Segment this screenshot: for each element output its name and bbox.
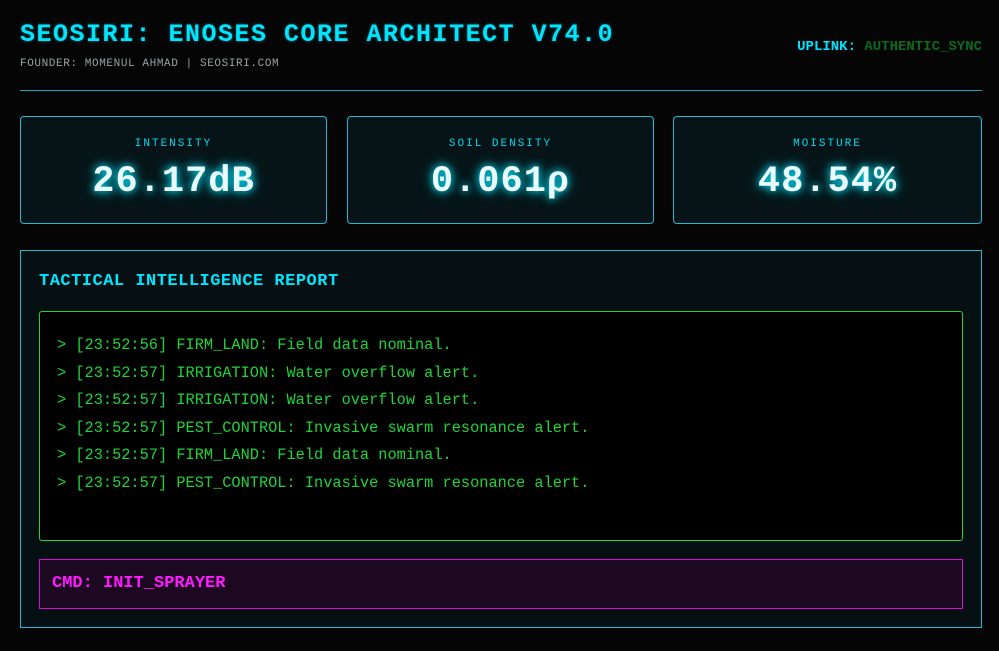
uplink-status: UPLINK: AUTHENTIC_SYNC [797, 39, 982, 55]
metric-card-soil-density: SOIL DENSITY 0.061ρ [347, 116, 654, 224]
tactical-report-panel: TACTICAL INTELLIGENCE REPORT > [23:52:56… [20, 250, 982, 628]
metric-label: INTENSITY [134, 138, 213, 150]
log-console[interactable]: > [23:52:56] FIRM_LAND: Field data nomin… [39, 311, 963, 541]
header: SEOSIRI: ENOSES CORE ARCHITECT V74.0 FOU… [20, 18, 982, 90]
log-list: > [23:52:56] FIRM_LAND: Field data nomin… [57, 332, 589, 498]
log-line: > [23:52:57] IRRIGATION: Water overflow … [57, 363, 480, 382]
command-button[interactable]: CMD: INIT_SPRAYER [39, 559, 963, 609]
report-title: TACTICAL INTELLIGENCE REPORT [39, 272, 339, 291]
metric-value: 0.061ρ [430, 161, 571, 203]
page-title: SEOSIRI: ENOSES CORE ARCHITECT V74.0 [20, 20, 615, 49]
uplink-value: AUTHENTIC_SYNC [864, 39, 982, 55]
log-line: > [23:52:57] PEST_CONTROL: Invasive swar… [57, 418, 590, 437]
uplink-label: UPLINK: [797, 39, 856, 55]
command-label: CMD: INIT_SPRAYER [52, 574, 226, 593]
metric-label: SOIL DENSITY [448, 138, 553, 150]
log-line: > [23:52:57] FIRM_LAND: Field data nomin… [57, 446, 452, 465]
header-divider [20, 90, 982, 91]
log-line: > [23:52:57] PEST_CONTROL: Invasive swar… [57, 473, 590, 492]
metric-card-moisture: MOISTURE 48.54% [673, 116, 982, 224]
metric-value: 48.54% [757, 161, 898, 203]
metric-card-intensity: INTENSITY 26.17dB [20, 116, 327, 224]
metric-label: MOISTURE [793, 138, 862, 150]
log-line: > [23:52:56] FIRM_LAND: Field data nomin… [57, 336, 452, 354]
metric-cards: INTENSITY 26.17dB SOIL DENSITY 0.061ρ MO… [20, 116, 982, 226]
founder-subtitle: FOUNDER: MOMENUL AHMAD | SEOSIRI.COM [20, 58, 280, 70]
metric-value: 26.17dB [92, 161, 255, 203]
log-line: > [23:52:57] IRRIGATION: Water overflow … [57, 391, 480, 410]
